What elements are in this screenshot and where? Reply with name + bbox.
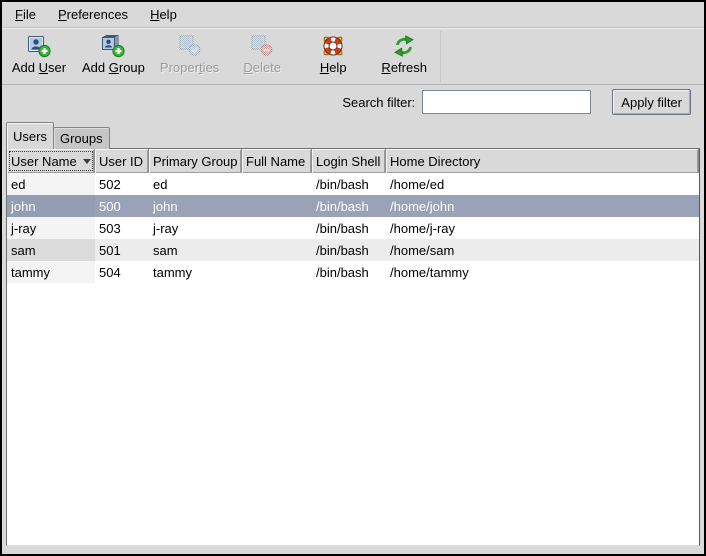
table-cell: tammy bbox=[149, 261, 242, 283]
table-cell: john bbox=[7, 195, 95, 217]
toolbar-add-group-button[interactable]: Add Group bbox=[78, 33, 149, 76]
table-body: ed 502 ed /bin/bash /home/ed john 500 jo… bbox=[7, 173, 699, 283]
table-cell: 504 bbox=[95, 261, 149, 283]
apply-filter-button[interactable]: Apply filter bbox=[612, 89, 691, 115]
table-cell: sam bbox=[149, 239, 242, 261]
table-cell: /home/j-ray bbox=[386, 217, 699, 239]
table-cell: /home/john bbox=[386, 195, 699, 217]
table-cell bbox=[242, 195, 312, 217]
toolbar-divider bbox=[440, 31, 441, 82]
toolbar-delete-button: Delete bbox=[230, 33, 294, 76]
table-cell: /bin/bash bbox=[312, 217, 386, 239]
table-cell: ed bbox=[7, 173, 95, 195]
toolbar-label: Refresh bbox=[381, 60, 427, 75]
toolbar-label: Properties bbox=[160, 60, 219, 75]
table-cell: /bin/bash bbox=[312, 261, 386, 283]
table-row[interactable]: ed 502 ed /bin/bash /home/ed bbox=[7, 173, 699, 195]
table-row[interactable]: tammy 504 tammy /bin/bash /home/tammy bbox=[7, 261, 699, 283]
search-filter-row: Search filter: Apply filter bbox=[2, 87, 704, 117]
toolbar-add-user-button[interactable]: Add User bbox=[7, 33, 71, 76]
table-cell: /home/ed bbox=[386, 173, 699, 195]
table-cell: 503 bbox=[95, 217, 149, 239]
tab-users[interactable]: Users bbox=[6, 122, 54, 149]
table-cell: 500 bbox=[95, 195, 149, 217]
user-plus-icon bbox=[27, 34, 51, 58]
column-header-primary-group[interactable]: Primary Group bbox=[149, 149, 242, 173]
table-cell: /bin/bash bbox=[312, 239, 386, 261]
table-cell: /home/sam bbox=[386, 239, 699, 261]
toolbar-label: Add Group bbox=[82, 60, 145, 75]
table-cell: /bin/bash bbox=[312, 173, 386, 195]
column-header-user-name[interactable]: User Name bbox=[7, 149, 95, 173]
toolbar-properties-button: Properties bbox=[156, 33, 223, 76]
search-filter-input[interactable] bbox=[422, 90, 591, 114]
table-cell: sam bbox=[7, 239, 95, 261]
table-cell: 501 bbox=[95, 239, 149, 261]
table-cell: /home/tammy bbox=[386, 261, 699, 283]
table-cell: john bbox=[149, 195, 242, 217]
refresh-icon bbox=[392, 34, 416, 58]
toolbar-help-button[interactable]: Help bbox=[301, 33, 365, 76]
column-header-full-name[interactable]: Full Name bbox=[242, 149, 312, 173]
toolbar-label: Help bbox=[320, 60, 347, 75]
column-header-home-directory[interactable]: Home Directory bbox=[386, 149, 699, 173]
menu-help[interactable]: Help bbox=[139, 3, 188, 26]
toolbar-refresh-button[interactable]: Refresh bbox=[372, 33, 436, 76]
table-cell: /bin/bash bbox=[312, 195, 386, 217]
column-header-user-id[interactable]: User ID bbox=[95, 149, 149, 173]
tab-bar: Users Groups bbox=[6, 122, 110, 149]
search-filter-label: Search filter: bbox=[342, 95, 415, 110]
menu-preferences[interactable]: Preferences bbox=[47, 3, 139, 26]
properties-icon bbox=[178, 34, 202, 58]
toolbar-label: Delete bbox=[243, 60, 281, 75]
menu-file[interactable]: File bbox=[4, 3, 47, 26]
user-manager-window: File Preferences Help Add User bbox=[0, 0, 706, 556]
table-cell bbox=[242, 239, 312, 261]
lifebuoy-icon bbox=[321, 34, 345, 58]
group-plus-icon bbox=[101, 34, 125, 58]
table-cell: 502 bbox=[95, 173, 149, 195]
table-header-row: User Name User ID Primary Group Full Nam… bbox=[7, 149, 699, 173]
menubar: File Preferences Help bbox=[2, 2, 704, 28]
table-cell: ed bbox=[149, 173, 242, 195]
tab-groups[interactable]: Groups bbox=[53, 127, 110, 149]
sort-desc-icon bbox=[83, 159, 91, 164]
table-cell: j-ray bbox=[149, 217, 242, 239]
table-cell: j-ray bbox=[7, 217, 95, 239]
table-row[interactable]: john 500 john /bin/bash /home/john bbox=[7, 195, 699, 217]
column-header-login-shell[interactable]: Login Shell bbox=[312, 149, 386, 173]
toolbar: Add User Add Group bbox=[2, 29, 704, 85]
table-row[interactable]: j-ray 503 j-ray /bin/bash /home/j-ray bbox=[7, 217, 699, 239]
toolbar-label: Add User bbox=[12, 60, 66, 75]
table-cell bbox=[242, 261, 312, 283]
users-table: User Name User ID Primary Group Full Nam… bbox=[6, 148, 700, 546]
table-cell bbox=[242, 217, 312, 239]
delete-icon bbox=[250, 34, 274, 58]
table-cell bbox=[242, 173, 312, 195]
table-row[interactable]: sam 501 sam /bin/bash /home/sam bbox=[7, 239, 699, 261]
table-cell: tammy bbox=[7, 261, 95, 283]
